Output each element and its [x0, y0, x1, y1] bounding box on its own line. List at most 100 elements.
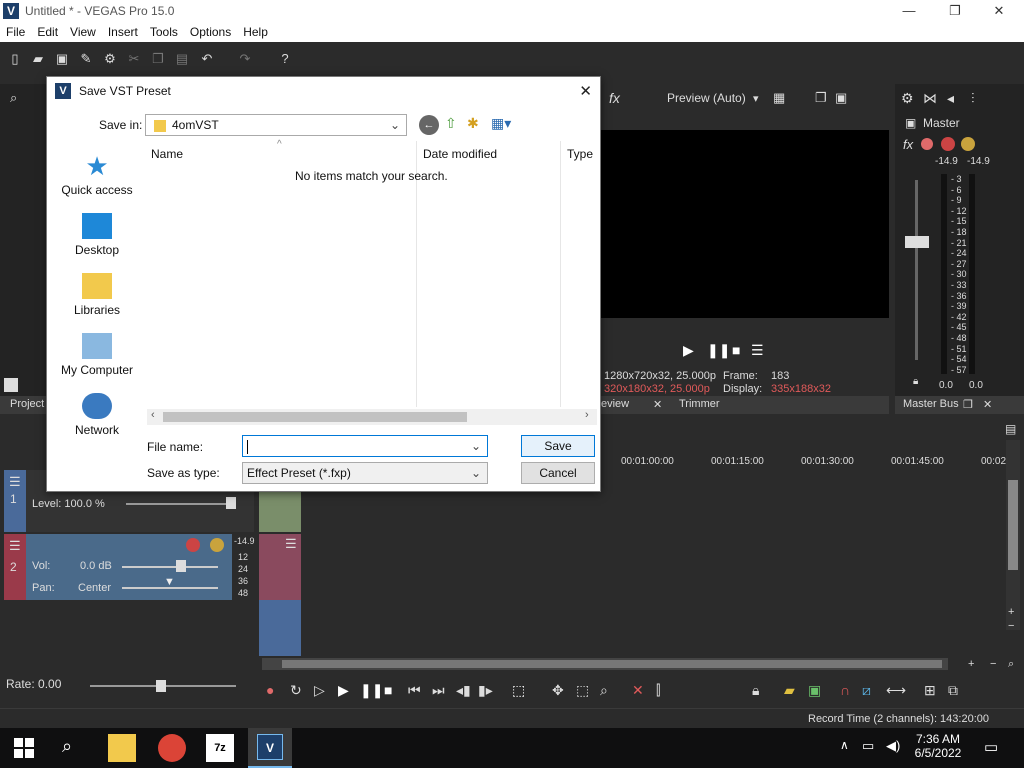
undo-icon[interactable]: ↶: [200, 52, 214, 66]
pan-slider-handle[interactable]: ▼: [164, 576, 175, 588]
crossfade-icon[interactable]: ⟷: [886, 682, 906, 699]
menu-view[interactable]: View: [64, 25, 102, 39]
cut-icon[interactable]: ✂: [127, 52, 141, 66]
solo-icon[interactable]: [961, 137, 975, 151]
audio-fx-icon[interactable]: fx: [903, 137, 913, 152]
save-button[interactable]: Save: [521, 435, 595, 457]
save-icon[interactable]: ▣: [55, 52, 69, 66]
settings-gear-icon[interactable]: ⚙: [103, 52, 117, 66]
project-tab[interactable]: Project: [10, 398, 44, 410]
vegas-taskbar-button[interactable]: V: [248, 728, 292, 768]
dialog-close-button[interactable]: ✕: [579, 82, 592, 100]
menu-file[interactable]: File: [0, 25, 31, 39]
play-icon[interactable]: ▶: [683, 342, 694, 359]
stop-icon[interactable]: ■: [384, 682, 392, 698]
insert-region-icon[interactable]: ▣: [808, 682, 821, 699]
maximize-button[interactable]: ❐: [932, 0, 978, 22]
place-desktop[interactable]: Desktop: [49, 213, 145, 257]
zoom-in-vertical-button[interactable]: +: [1008, 606, 1020, 618]
zoom-tool-icon[interactable]: ⌕: [600, 682, 608, 699]
chrome-icon[interactable]: [158, 734, 186, 762]
vertical-scrollbar[interactable]: [1006, 440, 1020, 630]
settings-gear-icon[interactable]: ⚙: [901, 90, 914, 107]
scroll-thumb[interactable]: [163, 412, 467, 422]
view-menu-icon[interactable]: ▦▾: [491, 115, 511, 132]
zoom-in-horizontal-button[interactable]: +: [968, 658, 974, 670]
video-preview-tab[interactable]: eview: [601, 398, 629, 410]
close-tab-icon[interactable]: ✕: [983, 398, 992, 411]
loop-icon[interactable]: ↻: [290, 682, 302, 699]
next-frame-icon[interactable]: ▮▸: [478, 682, 493, 699]
file-list-view[interactable]: Name ^ Date modified Type No items match…: [147, 139, 597, 425]
horizontal-scroll-thumb[interactable]: [282, 660, 942, 668]
solo-icon[interactable]: [210, 538, 224, 552]
open-folder-icon[interactable]: ▰: [31, 52, 45, 66]
minimize-button[interactable]: —: [886, 0, 932, 22]
trimmer-tab[interactable]: Trimmer: [679, 398, 720, 410]
copy-icon[interactable]: ❐: [151, 52, 165, 66]
zoom-out-vertical-button[interactable]: −: [1008, 620, 1020, 632]
file-name-input[interactable]: ⌄: [242, 435, 488, 457]
go-to-end-icon[interactable]: ⏭︎: [432, 682, 445, 699]
scroll-left-arrow[interactable]: [4, 378, 18, 392]
chevron-down-icon[interactable]: ⌄: [471, 436, 481, 456]
grid-overlay-icon[interactable]: ▦: [773, 90, 785, 106]
new-folder-icon[interactable]: ✱: [467, 115, 479, 132]
menu-insert[interactable]: Insert: [102, 25, 144, 39]
save-in-dropdown[interactable]: 4omVST ⌄: [145, 114, 407, 136]
show-hidden-icons-icon[interactable]: ∧: [840, 738, 849, 752]
menu-options[interactable]: Options: [184, 25, 237, 39]
redo-icon[interactable]: ↷: [238, 52, 252, 66]
back-icon[interactable]: ←: [419, 115, 439, 135]
pause-icon[interactable]: ❚❚: [707, 342, 730, 359]
audio-event-waveform[interactable]: ☰: [259, 534, 301, 600]
downmix-icon[interactable]: ⋈: [923, 90, 937, 107]
selection-tool-icon[interactable]: ⬚: [576, 682, 589, 699]
column-name-header[interactable]: Name: [151, 147, 183, 161]
master-bus-tab[interactable]: Master Bus: [903, 398, 959, 410]
close-button[interactable]: ✕: [976, 0, 1022, 22]
7zip-icon[interactable]: 7z: [206, 734, 234, 762]
rate-slider-handle[interactable]: [156, 680, 166, 692]
place-network[interactable]: Network: [49, 393, 145, 437]
video-event-thumbnail[interactable]: [259, 490, 301, 532]
event-menu-icon[interactable]: ☰: [285, 536, 297, 552]
menu-tools[interactable]: Tools: [144, 25, 184, 39]
volume-slider-handle[interactable]: [176, 560, 186, 572]
record-icon[interactable]: ●: [266, 682, 274, 698]
menu-edit[interactable]: Edit: [31, 25, 64, 39]
taskbar-clock[interactable]: 7:36 AM 6/5/2022: [906, 732, 970, 760]
dim-output-icon[interactable]: ◂: [947, 90, 954, 107]
search-icon[interactable]: ⌕: [62, 736, 72, 757]
insert-marker-icon[interactable]: ▰: [784, 682, 795, 699]
fx-chain-icon[interactable]: [921, 138, 933, 150]
place-my-computer[interactable]: My Computer: [49, 333, 145, 377]
stop-icon[interactable]: ■: [732, 342, 740, 358]
lock-event-icon[interactable]: 🔒︎: [752, 682, 759, 699]
properties-icon[interactable]: ✎: [79, 52, 93, 66]
zoom-out-horizontal-button[interactable]: −: [990, 658, 996, 670]
mixer-icon[interactable]: ⫶: [971, 90, 975, 107]
play-from-start-icon[interactable]: ▷: [314, 682, 325, 699]
cancel-button[interactable]: Cancel: [521, 462, 595, 484]
level-slider-handle[interactable]: [226, 497, 236, 509]
scroll-right-arrow[interactable]: ›: [585, 409, 589, 421]
snapping-icon[interactable]: ∩: [840, 682, 850, 698]
normal-edit-tool-icon[interactable]: ⬚: [512, 682, 525, 699]
notifications-icon[interactable]: ▭: [984, 738, 998, 756]
grouping-icon[interactable]: ⊞: [924, 682, 936, 699]
auto-ripple-icon[interactable]: ⧄: [862, 682, 871, 699]
previous-frame-icon[interactable]: ◂▮: [456, 682, 471, 699]
video-fx-icon[interactable]: fx: [609, 90, 620, 106]
vertical-scroll-thumb[interactable]: [1008, 480, 1018, 570]
close-tab-icon[interactable]: ✕: [653, 398, 662, 411]
file-list-horizontal-scrollbar[interactable]: ‹ ›: [147, 409, 597, 425]
place-libraries[interactable]: Libraries: [49, 273, 145, 317]
save-snapshot-icon[interactable]: ▣: [835, 90, 847, 106]
trim-icon[interactable]: ⫿: [656, 682, 660, 699]
lock-icon[interactable]: 🔒︎: [913, 376, 918, 387]
marker-icon[interactable]: ▤: [1005, 422, 1021, 438]
event-fx-icon[interactable]: ⧉: [948, 682, 958, 699]
network-icon[interactable]: ▭: [862, 738, 874, 754]
chevron-down-icon[interactable]: ▾: [753, 92, 759, 105]
